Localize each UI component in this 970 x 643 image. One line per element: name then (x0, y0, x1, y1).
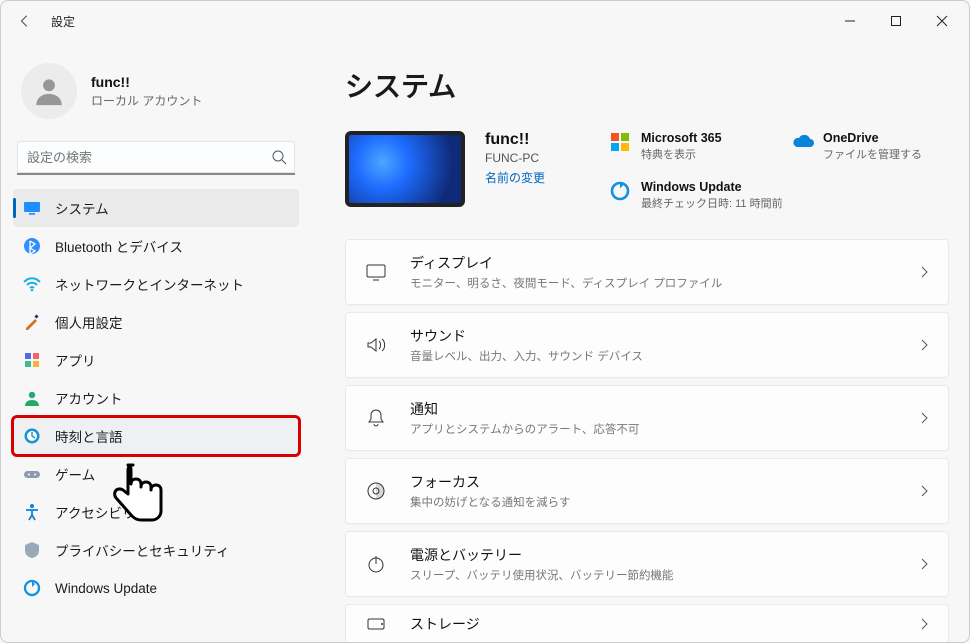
card-title: フォーカス (410, 472, 570, 492)
device-id: FUNC-PC (485, 151, 545, 165)
tile-title: Windows Update (641, 180, 783, 194)
power-icon (364, 552, 388, 576)
sidebar-item-time-language[interactable]: 時刻と言語 (13, 417, 299, 455)
user-header: func!! ローカル アカウント (13, 49, 299, 141)
storage-icon (364, 612, 388, 636)
sidebar-item-label: アプリ (55, 350, 96, 370)
wifi-icon (23, 275, 41, 293)
sidebar-item-gaming[interactable]: ゲーム (13, 455, 299, 493)
sidebar-item-label: Windows Update (55, 581, 157, 596)
avatar (21, 63, 77, 119)
sound-icon (364, 333, 388, 357)
card-title: サウンド (410, 326, 643, 346)
display-icon (364, 260, 388, 284)
sidebar-item-label: ゲーム (55, 464, 95, 484)
search-box[interactable] (17, 141, 295, 175)
chevron-right-icon (918, 618, 930, 630)
minimize-button[interactable] (827, 1, 873, 41)
sidebar-item-label: システム (55, 198, 109, 218)
chevron-right-icon (918, 339, 930, 351)
cloud-icon (791, 131, 813, 153)
sidebar-item-label: ネットワークとインターネット (55, 274, 244, 294)
card-focus[interactable]: フォーカス 集中の妨げとなる通知を減らす (345, 458, 949, 524)
accessibility-icon (23, 503, 41, 521)
sidebar-item-accounts[interactable]: アカウント (13, 379, 299, 417)
sidebar-item-label: Bluetooth とデバイス (55, 236, 183, 256)
tile-title: OneDrive (823, 131, 922, 145)
search-icon (271, 149, 287, 165)
search-input[interactable] (17, 141, 295, 175)
chevron-right-icon (918, 485, 930, 497)
card-notifications[interactable]: 通知 アプリとシステムからのアラート、応答不可 (345, 385, 949, 451)
apps-icon (23, 351, 41, 369)
device-rename-link[interactable]: 名前の変更 (485, 169, 545, 186)
shield-icon (23, 541, 41, 559)
clock-globe-icon (23, 427, 41, 445)
page-title: システム (345, 65, 949, 105)
bell-icon (364, 406, 388, 430)
m365-icon (609, 131, 631, 153)
tile-sub: 最終チェック日時: 11 時間前 (641, 195, 783, 211)
sidebar-item-bluetooth[interactable]: Bluetooth とデバイス (13, 227, 299, 265)
bluetooth-icon (23, 237, 41, 255)
focus-icon (364, 479, 388, 503)
device-name: func!! (485, 131, 545, 149)
close-button[interactable] (919, 1, 965, 41)
card-display[interactable]: ディスプレイ モニター、明るさ、夜間モード、ディスプレイ プロファイル (345, 239, 949, 305)
chevron-right-icon (918, 412, 930, 424)
user-subtitle: ローカル アカウント (91, 92, 202, 109)
sidebar-item-personalization[interactable]: 個人用設定 (13, 303, 299, 341)
sidebar-item-accessibility[interactable]: アクセシビリティ (13, 493, 299, 531)
card-sub: アプリとシステムからのアラート、応答不可 (410, 421, 639, 437)
brush-icon (23, 313, 41, 331)
user-name: func!! (91, 74, 202, 90)
card-title: ストレージ (410, 614, 480, 634)
card-title: ディスプレイ (410, 253, 722, 273)
tile-windows-update[interactable]: Windows Update 最終チェック日時: 11 時間前 (609, 180, 949, 211)
card-power[interactable]: 電源とバッテリー スリープ、バッテリ使用状況、バッテリー節約機能 (345, 531, 949, 597)
sidebar-item-label: 時刻と言語 (55, 426, 123, 446)
sidebar-item-label: アカウント (55, 388, 123, 408)
card-sound[interactable]: サウンド 音量レベル、出力、入力、サウンド デバイス (345, 312, 949, 378)
maximize-button[interactable] (873, 1, 919, 41)
update-icon (23, 579, 41, 597)
sidebar-item-privacy[interactable]: プライバシーとセキュリティ (13, 531, 299, 569)
back-button[interactable] (5, 1, 45, 41)
card-title: 電源とバッテリー (410, 545, 673, 565)
tile-sub: ファイルを管理する (823, 146, 922, 162)
sidebar-item-windows-update[interactable]: Windows Update (13, 569, 299, 607)
sidebar-item-label: アクセシビリティ (55, 502, 162, 522)
device-thumbnail (345, 131, 465, 207)
card-storage[interactable]: ストレージ (345, 604, 949, 642)
card-sub: モニター、明るさ、夜間モード、ディスプレイ プロファイル (410, 275, 722, 291)
chevron-right-icon (918, 266, 930, 278)
card-sub: 音量レベル、出力、入力、サウンド デバイス (410, 348, 643, 364)
card-title: 通知 (410, 399, 639, 419)
sidebar-item-apps[interactable]: アプリ (13, 341, 299, 379)
sidebar-item-network[interactable]: ネットワークとインターネット (13, 265, 299, 303)
window-title: 設定 (51, 13, 75, 30)
monitor-icon (23, 199, 41, 217)
chevron-right-icon (918, 558, 930, 570)
tile-onedrive[interactable]: OneDrive ファイルを管理する (791, 131, 949, 162)
sidebar-item-label: プライバシーとセキュリティ (55, 540, 229, 560)
update-icon (609, 180, 631, 202)
sidebar-item-system[interactable]: システム (13, 189, 299, 227)
card-sub: 集中の妨げとなる通知を減らす (410, 494, 570, 510)
tile-title: Microsoft 365 (641, 131, 722, 145)
card-sub: スリープ、バッテリ使用状況、バッテリー節約機能 (410, 567, 673, 583)
tile-microsoft-365[interactable]: Microsoft 365 特典を表示 (609, 131, 767, 162)
sidebar-item-label: 個人用設定 (55, 312, 123, 332)
person-icon (23, 389, 41, 407)
tile-sub: 特典を表示 (641, 146, 722, 162)
gamepad-icon (23, 465, 41, 483)
